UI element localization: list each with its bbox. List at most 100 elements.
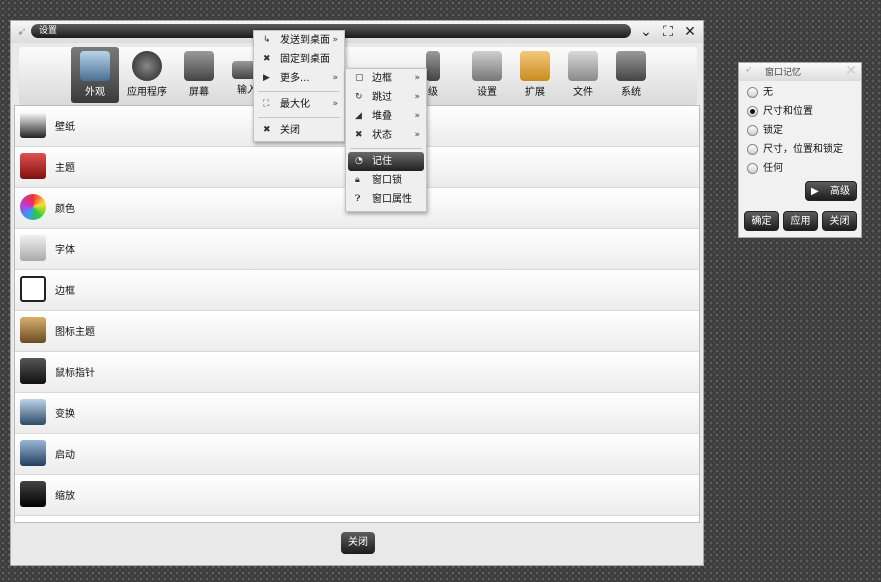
border-icon: ▢ xyxy=(355,73,364,83)
submenu-item-stack[interactable]: ◢ 堆叠 » xyxy=(346,107,426,126)
close-icon[interactable]: ✕ xyxy=(681,23,699,41)
radio-button[interactable] xyxy=(747,87,758,98)
radio-label: 任何 xyxy=(763,163,783,174)
radio-label: 尺寸，位置和锁定 xyxy=(763,144,843,155)
skip-icon: ↻ xyxy=(355,92,363,102)
monitor-icon xyxy=(184,51,214,81)
menu-item-label: 固定到桌面 xyxy=(280,54,330,65)
toolbar-item-settings[interactable]: 设置 xyxy=(463,47,511,103)
submenu-item-state[interactable]: ✖ 状态 » xyxy=(346,126,426,145)
chevron-right-icon: » xyxy=(414,111,420,121)
transition-icon xyxy=(20,399,46,425)
submenu-item-skip[interactable]: ↻ 跳过 » xyxy=(346,88,426,107)
radio-button[interactable] xyxy=(747,144,758,155)
toolbar-item-extensions[interactable]: 扩展 xyxy=(511,47,559,103)
toolbar-item-label: 文件 xyxy=(573,87,593,98)
chevron-right-icon: » xyxy=(414,130,420,140)
list-item-border[interactable]: 边框 xyxy=(15,270,699,311)
submenu-item-border[interactable]: ▢ 边框 » xyxy=(346,69,426,88)
menu-separator xyxy=(350,148,422,149)
radio-button[interactable] xyxy=(747,125,758,136)
dialog-titlebar[interactable]: ➹ 窗口记忆 ✕ xyxy=(739,63,861,81)
chevron-right-icon: ▶ xyxy=(811,186,819,197)
ok-button[interactable]: 确定 xyxy=(744,211,779,231)
send-desktop-icon: ↳ xyxy=(263,35,271,45)
menu-item-label: 堆叠 xyxy=(372,111,392,122)
advanced-icon xyxy=(426,51,440,81)
list-item-startup[interactable]: 启动 xyxy=(15,434,699,475)
toolbar-item-screen[interactable]: 屏幕 xyxy=(175,47,223,103)
list-item-label: 字体 xyxy=(55,245,75,256)
radio-size-position-lock[interactable]: 尺寸，位置和锁定 xyxy=(739,140,861,159)
list-item-label: 边框 xyxy=(55,286,75,297)
advanced-button[interactable]: ▶ 高级 xyxy=(805,181,857,201)
memory-options: 无 尺寸和位置 锁定 尺寸，位置和锁定 任何 xyxy=(739,81,861,178)
pin-icon: ✖ xyxy=(263,54,271,64)
radio-size-position[interactable]: 尺寸和位置 xyxy=(739,102,861,121)
menu-item-pin-to-desktop[interactable]: ✖ 固定到桌面 xyxy=(254,50,344,69)
lock-icon: 🔒︎ xyxy=(355,175,360,185)
puzzle-icon xyxy=(520,51,550,81)
radio-any[interactable]: 任何 xyxy=(739,159,861,178)
list-item-icon-theme[interactable]: 图标主题 xyxy=(15,311,699,352)
wallpaper-icon xyxy=(20,112,46,138)
folder-icon xyxy=(568,51,598,81)
radio-locked[interactable]: 锁定 xyxy=(739,121,861,140)
menu-item-more[interactable]: ▶ 更多... » xyxy=(254,69,344,88)
maximize-icon[interactable]: ⛶ xyxy=(659,23,677,41)
submenu-item-window-properties[interactable]: ❓︎ 窗口属性 xyxy=(346,190,426,209)
close-icon: ✖ xyxy=(263,125,271,135)
toolbar-item-system[interactable]: 系统 xyxy=(607,47,655,103)
toolbar-item-label: 外观 xyxy=(85,87,105,98)
apply-button[interactable]: 应用 xyxy=(783,211,818,231)
palette-icon xyxy=(20,194,46,220)
radio-button[interactable] xyxy=(747,163,758,174)
triangle-right-icon: ▶ xyxy=(263,73,270,83)
chevron-right-icon: » xyxy=(414,92,420,102)
toolbar-item-appearance[interactable]: 外观 xyxy=(71,47,119,103)
window-titlebar[interactable]: ➹ 设置 ⌄ ⛶ ✕ xyxy=(11,21,703,43)
radio-label: 尺寸和位置 xyxy=(763,106,813,117)
app-menu-icon[interactable]: ➹ xyxy=(13,23,31,41)
list-item-label: 壁纸 xyxy=(55,122,75,133)
radio-none[interactable]: 无 xyxy=(739,83,861,102)
window-border-icon xyxy=(20,276,46,302)
chevron-right-icon: » xyxy=(332,99,338,109)
icon-theme-icon xyxy=(20,317,46,343)
chevron-down-icon[interactable]: ⌄ xyxy=(637,23,655,41)
menu-item-label: 关闭 xyxy=(280,125,300,136)
list-item-scale[interactable]: 缩放 xyxy=(15,475,699,516)
toolbar-item-label: 系统 xyxy=(621,87,641,98)
startup-icon xyxy=(20,440,46,466)
app-menu-icon[interactable]: ➹ xyxy=(745,65,753,75)
menu-item-close[interactable]: ✖ 关闭 xyxy=(254,121,344,140)
dialog-close-button[interactable]: 关闭 xyxy=(822,211,857,231)
close-button[interactable]: 关闭 xyxy=(341,532,375,554)
radio-label: 无 xyxy=(763,87,773,98)
submenu-item-remember[interactable]: ◔ 记住 xyxy=(348,152,424,171)
dialog-title: 窗口记忆 xyxy=(765,68,802,78)
list-item-font[interactable]: 字体 xyxy=(15,229,699,270)
menu-separator xyxy=(258,117,340,118)
window-context-menu: ↳ 发送到桌面 » ✖ 固定到桌面 ▶ 更多... » ⛶ 最大化 » ✖ 关闭 xyxy=(253,30,345,142)
list-item-transition[interactable]: 变换 xyxy=(15,393,699,434)
menu-item-label: 窗口锁 xyxy=(372,175,402,186)
list-item-label: 颜色 xyxy=(55,204,75,215)
scale-icon xyxy=(20,481,46,507)
toolbar-item-label: 设置 xyxy=(477,87,497,98)
font-icon xyxy=(20,235,46,261)
window-memory-dialog: ➹ 窗口记忆 ✕ 无 尺寸和位置 锁定 尺寸，位置和锁定 任何 ▶ 高级 确定 … xyxy=(738,62,862,238)
menu-item-label: 窗口属性 xyxy=(372,194,412,205)
radio-button[interactable] xyxy=(747,106,758,117)
laptop-icon xyxy=(616,51,646,81)
close-icon[interactable]: ✕ xyxy=(845,63,857,79)
list-item-label: 鼠标指针 xyxy=(55,368,95,379)
menu-item-maximize[interactable]: ⛶ 最大化 » xyxy=(254,95,344,114)
list-item-mouse-pointer[interactable]: 鼠标指针 xyxy=(15,352,699,393)
submenu-item-window-lock[interactable]: 🔒︎ 窗口锁 xyxy=(346,171,426,190)
list-item-label: 启动 xyxy=(55,450,75,461)
toolbar-item-applications[interactable]: 应用程序 xyxy=(123,47,171,103)
menu-item-send-to-desktop[interactable]: ↳ 发送到桌面 » xyxy=(254,31,344,50)
toolbar-item-files[interactable]: 文件 xyxy=(559,47,607,103)
menu-item-label: 状态 xyxy=(372,130,392,141)
